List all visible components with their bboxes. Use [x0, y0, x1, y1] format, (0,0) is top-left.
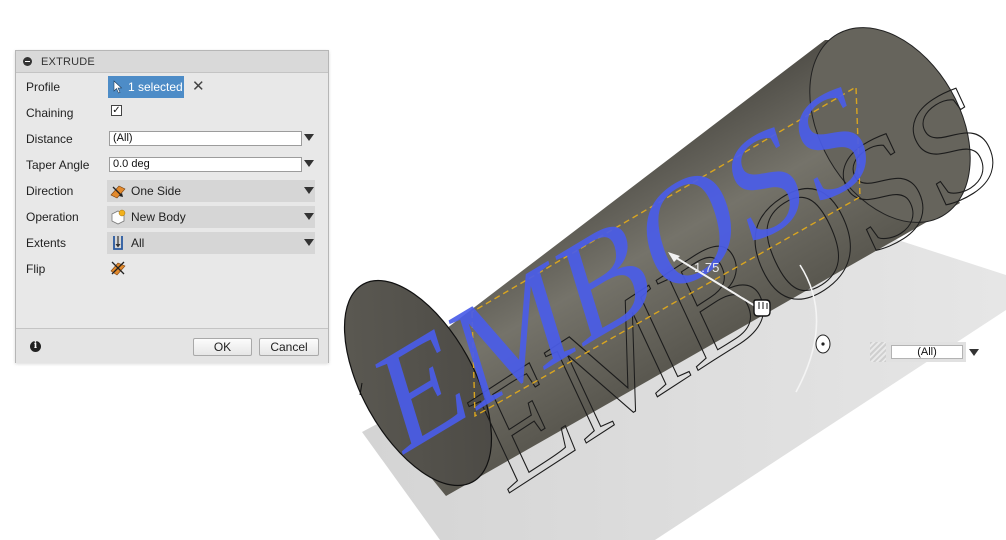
taper-dropdown-icon[interactable]	[304, 160, 314, 167]
info-icon[interactable]: i	[30, 341, 41, 352]
row-direction: Direction One Side	[16, 180, 328, 202]
chaining-checkbox[interactable]: ✓	[111, 105, 122, 116]
extents-select[interactable]: All	[107, 232, 315, 254]
row-extents: Extents All	[16, 232, 328, 254]
grab-hand-icon[interactable]	[753, 299, 771, 317]
row-flip: Flip	[16, 258, 328, 280]
ok-button[interactable]: OK	[193, 338, 252, 356]
direction-icon	[110, 185, 126, 199]
row-distance: Distance (All)	[16, 128, 328, 150]
extents-label: Extents	[26, 236, 67, 250]
flip-icon[interactable]	[110, 260, 126, 276]
floating-dropdown-icon[interactable]	[969, 349, 979, 356]
dimension-label: 1.75	[694, 260, 719, 275]
profile-value: 1 selected	[128, 80, 183, 94]
profile-select-button[interactable]: 1 selected	[108, 76, 184, 98]
row-taper-angle: Taper Angle 0.0 deg	[16, 154, 328, 176]
taper-angle-label: Taper Angle	[26, 158, 90, 172]
floating-distance-field[interactable]: (All)	[891, 345, 963, 359]
distance-label: Distance	[26, 132, 73, 146]
row-operation: Operation New Body	[16, 206, 328, 228]
taper-angle-input[interactable]: 0.0 deg	[109, 157, 302, 172]
direction-select[interactable]: One Side	[107, 180, 315, 202]
extrude-dialog: EXTRUDE Profile 1 selected ✕ Chaining ✓ …	[15, 50, 329, 363]
cancel-button[interactable]: Cancel	[259, 338, 319, 356]
dialog-header: EXTRUDE	[16, 51, 328, 73]
cursor-icon	[113, 80, 123, 94]
floating-distance-input: (All)	[870, 342, 980, 362]
operation-select[interactable]: New Body	[107, 206, 315, 228]
chaining-label: Chaining	[26, 106, 74, 120]
extents-dropdown-icon	[304, 239, 314, 246]
operation-dropdown-icon	[304, 213, 314, 220]
distance-dropdown-icon[interactable]	[304, 134, 314, 141]
dialog-title: EXTRUDE	[41, 55, 95, 68]
flip-label: Flip	[26, 262, 46, 276]
dialog-footer: i OK Cancel	[16, 328, 328, 363]
extents-icon	[113, 236, 123, 250]
clear-selection-icon[interactable]: ✕	[192, 78, 205, 95]
collapse-icon[interactable]	[23, 57, 32, 66]
new-body-icon	[111, 209, 126, 225]
row-profile: Profile 1 selected ✕	[16, 76, 328, 98]
distance-input[interactable]: (All)	[109, 131, 302, 146]
operation-value: New Body	[131, 210, 186, 224]
row-chaining: Chaining ✓	[16, 102, 328, 124]
direction-label: Direction	[26, 184, 74, 198]
direction-dropdown-icon	[304, 187, 314, 194]
profile-label: Profile	[26, 80, 61, 94]
extents-value: All	[131, 236, 145, 250]
operation-label: Operation	[26, 210, 79, 224]
direction-value: One Side	[131, 184, 182, 198]
